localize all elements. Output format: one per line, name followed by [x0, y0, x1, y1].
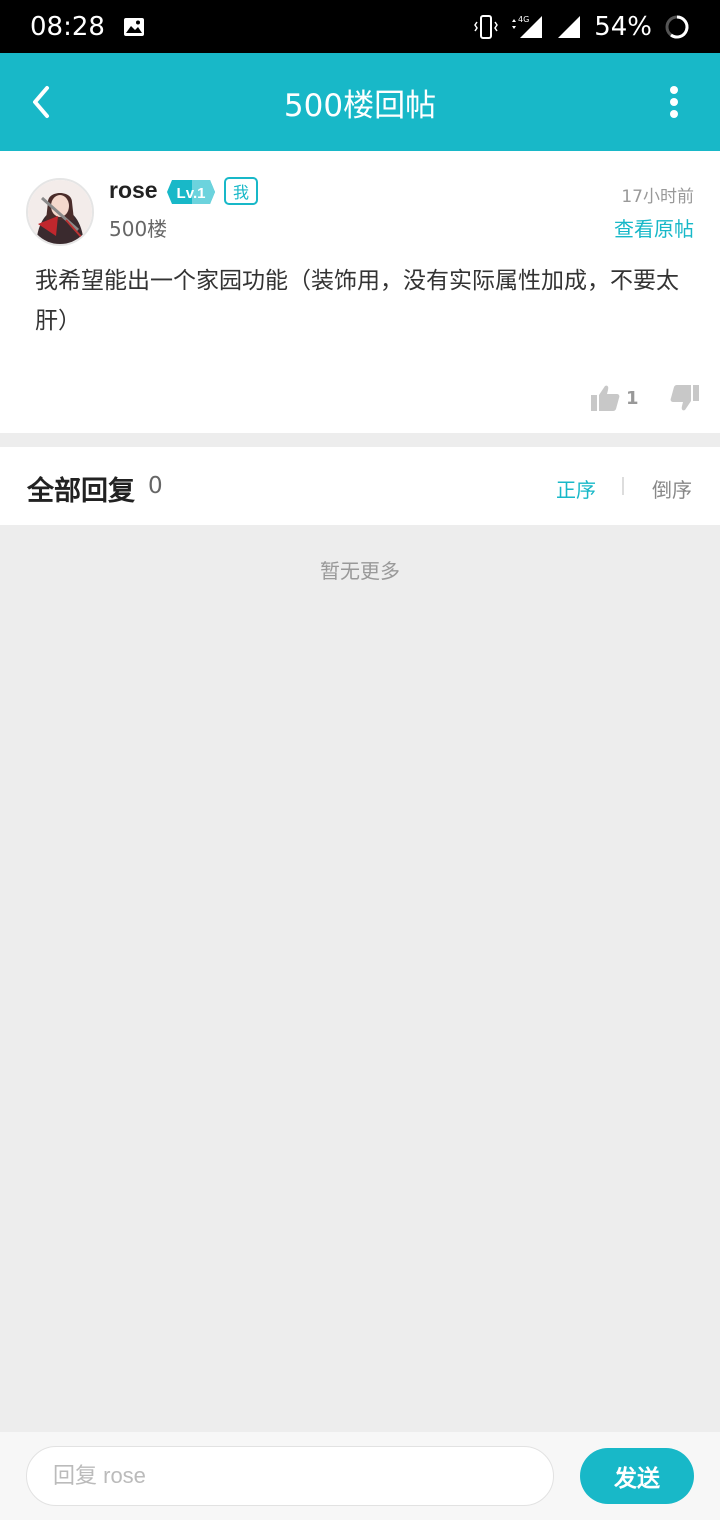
- status-bar: 08:28 4G 54%: [0, 0, 720, 53]
- username[interactable]: rose: [109, 177, 158, 204]
- view-original-link[interactable]: 查看原帖: [614, 213, 694, 242]
- floor-label: 500楼: [109, 217, 168, 241]
- status-time: 08:28: [30, 11, 105, 42]
- thumbs-down-icon: [670, 385, 699, 411]
- sort-descending-button[interactable]: 倒序: [652, 474, 692, 503]
- vibrate-icon: [474, 14, 499, 40]
- like-count: 1: [626, 387, 639, 409]
- empty-state-text: 暂无更多: [320, 559, 400, 583]
- level-badge: Lv.1: [166, 179, 216, 205]
- battery-ring-icon: [664, 14, 690, 40]
- image-notification-icon: [123, 17, 145, 37]
- more-menu-button[interactable]: [654, 77, 694, 127]
- replies-title: 全部回复: [27, 476, 135, 507]
- reply-input[interactable]: [26, 1446, 554, 1506]
- me-tag: 我: [224, 177, 258, 205]
- avatar[interactable]: [26, 178, 94, 246]
- app-bar: 500楼回帖: [0, 53, 720, 151]
- sort-divider: [622, 477, 624, 495]
- reply-bar: 发送: [0, 1432, 720, 1520]
- post-timestamp: 17小时前: [621, 187, 694, 207]
- like-button[interactable]: 1: [590, 383, 639, 413]
- battery-percent: 54%: [594, 11, 652, 42]
- signal-4g-icon: 4G: [510, 14, 544, 40]
- replies-header: 全部回复 0 正序 倒序: [0, 447, 720, 525]
- thumbs-up-icon: [591, 385, 620, 411]
- send-button[interactable]: 发送: [580, 1448, 694, 1504]
- status-left: 08:28: [30, 12, 145, 42]
- more-vertical-icon: [670, 86, 678, 118]
- signal-icon: [556, 14, 582, 40]
- post-content: 我希望能出一个家园功能（装饰用，没有实际属性加成，不要太肝）: [35, 268, 679, 334]
- sort-ascending-button[interactable]: 正序: [556, 474, 596, 503]
- post-card: rose Lv.1 我 500楼 17小时前 查看原帖 我希望能出一个家园功能（…: [0, 151, 720, 433]
- status-right: 4G 54%: [474, 12, 690, 42]
- replies-count: 0: [148, 473, 163, 499]
- level-label: Lv.1: [177, 185, 206, 202]
- dislike-button[interactable]: [670, 384, 700, 414]
- page-title: 500楼回帖: [283, 87, 437, 124]
- network-label: 4G: [518, 15, 529, 24]
